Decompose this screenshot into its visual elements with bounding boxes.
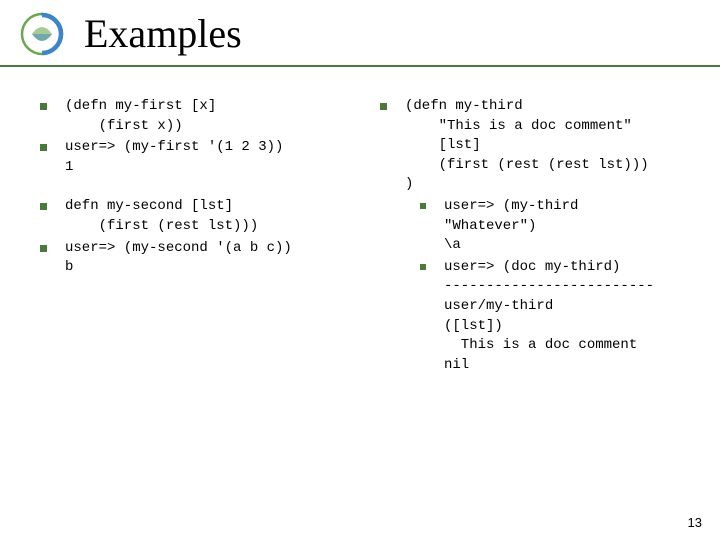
slide-header: Examples xyxy=(0,0,720,67)
left-column: (defn my-first [x] (first x)) user=> (my… xyxy=(40,97,350,377)
bullet-icon xyxy=(40,103,47,110)
slide-content: (defn my-first [x] (first x)) user=> (my… xyxy=(0,67,720,377)
bullet-icon xyxy=(40,203,47,210)
list-item: (defn my-third "This is a doc comment" [… xyxy=(380,97,690,195)
bullet-icon xyxy=(420,203,426,209)
list-item: user=> (my-third "Whatever") \a xyxy=(420,197,690,256)
bullet-icon xyxy=(40,245,47,252)
code-text: user=> (my-second '(a b c)) b xyxy=(65,239,292,278)
clojure-logo-icon xyxy=(20,12,64,56)
code-text: user=> (doc my-third) ------------------… xyxy=(444,258,654,376)
page-number: 13 xyxy=(688,515,702,530)
bullet-icon xyxy=(380,103,387,110)
bullet-icon xyxy=(40,144,47,151)
slide-title: Examples xyxy=(84,10,242,57)
list-item: user=> (my-second '(a b c)) b xyxy=(40,239,350,278)
list-item: user=> (my-first '(1 2 3)) 1 xyxy=(40,138,350,177)
code-text: (defn my-first [x] (first x)) xyxy=(65,97,216,136)
list-item: (defn my-first [x] (first x)) xyxy=(40,97,350,136)
right-column: (defn my-third "This is a doc comment" [… xyxy=(380,97,690,377)
list-item: defn my-second [lst] (first (rest lst))) xyxy=(40,197,350,236)
list-item: user=> (doc my-third) ------------------… xyxy=(420,258,690,376)
bullet-icon xyxy=(420,264,426,270)
code-text: user=> (my-first '(1 2 3)) 1 xyxy=(65,138,283,177)
code-text: (defn my-third "This is a doc comment" [… xyxy=(405,97,649,195)
code-text: user=> (my-third "Whatever") \a xyxy=(444,197,578,256)
code-text: defn my-second [lst] (first (rest lst))) xyxy=(65,197,258,236)
